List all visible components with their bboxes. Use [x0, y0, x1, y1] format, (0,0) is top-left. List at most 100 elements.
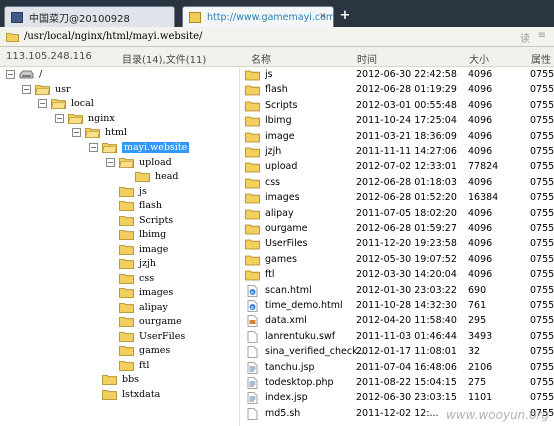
- file-row[interactable]: image 2011-03-21 18:36:09 4096 0755: [241, 129, 554, 145]
- file-row[interactable]: e time_demo.html 2011-10-28 14:32:30 761 075…: [241, 298, 554, 314]
- file-time: 2012-05-30 19:07:52: [356, 253, 457, 265]
- tree-node-label: alipay: [139, 302, 168, 313]
- folder-icon: [119, 361, 134, 371]
- tree-node-label: css: [139, 273, 155, 284]
- server-ip: 113.105.248.116: [6, 51, 92, 62]
- file-row[interactable]: lbimg 2011-10-24 17:25:04 4096 0755: [241, 113, 554, 129]
- file-row[interactable]: e scan.html 2012-01-30 23:03:22 690 0755: [241, 283, 554, 299]
- collapse-toggle-icon[interactable]: −: [89, 143, 98, 152]
- collapse-toggle-icon[interactable]: −: [72, 128, 81, 137]
- file-time: 2011-07-04 16:48:06: [356, 361, 457, 373]
- tab-shell-manager[interactable]: 中国菜刀@20100928: [4, 6, 175, 27]
- file-row[interactable]: js 2012-06-30 22:42:58 4096 0755: [241, 67, 554, 83]
- file-row[interactable]: data.xml 2012-04-20 11:58:40 295 0755: [241, 313, 554, 329]
- file-size: 4096: [468, 269, 493, 281]
- menu-button[interactable]: ≡: [538, 30, 546, 41]
- file-time: 2012-01-17 11:08:01: [356, 346, 457, 358]
- file-time: 2012-04-20 11:58:40: [356, 315, 457, 327]
- tree-node[interactable]: Scripts: [106, 213, 173, 228]
- file-row[interactable]: sina_verified_check... 2012-01-17 11:08:0…: [241, 344, 554, 360]
- file-size: 4096: [468, 84, 493, 96]
- tree-node[interactable]: head: [122, 169, 179, 184]
- tree-node[interactable]: lstxdata: [89, 387, 160, 402]
- folder-icon: [119, 230, 134, 240]
- collapse-toggle-icon[interactable]: −: [6, 70, 15, 79]
- tree-node[interactable]: js: [106, 184, 147, 199]
- file-icon: [247, 407, 258, 420]
- tree-node[interactable]: alipay: [106, 300, 168, 315]
- collapse-toggle-icon[interactable]: −: [106, 158, 115, 167]
- tree-node[interactable]: images: [106, 285, 173, 300]
- new-tab-button[interactable]: +: [338, 9, 352, 23]
- collapse-toggle-icon[interactable]: −: [38, 99, 47, 108]
- tree-node[interactable]: ourgame: [106, 314, 182, 329]
- tree-node[interactable]: flash: [106, 198, 162, 213]
- read-button[interactable]: 读: [520, 30, 530, 45]
- close-icon[interactable]: ✕: [317, 11, 329, 23]
- file-size: 2106: [468, 361, 493, 373]
- file-row[interactable]: ftl 2012-03-30 14:20:04 4096 0755: [241, 267, 554, 283]
- collapse-toggle-icon[interactable]: −: [55, 114, 64, 123]
- tree-node-label: head: [155, 171, 179, 182]
- folder-open-icon: [6, 32, 19, 42]
- tree-node-label: upload: [139, 157, 172, 168]
- file-row[interactable]: games 2012-05-30 19:07:52 4096 0755: [241, 252, 554, 268]
- file-time: 2012-06-28 01:59:27: [356, 223, 457, 234]
- file-row[interactable]: UserFiles 2011-12-20 19:23:58 4096 0755: [241, 236, 554, 252]
- file-row[interactable]: index.jsp 2012-06-30 23:03:15 1101 0755: [241, 390, 554, 406]
- folder-icon: [119, 187, 134, 197]
- tree-node[interactable]: bbs: [89, 372, 139, 387]
- col-perm-header[interactable]: 属性: [531, 51, 551, 66]
- tab-website-files[interactable]: http://www.gamemayi.com/m... ✕: [182, 6, 334, 27]
- tree-node[interactable]: − usr: [22, 82, 71, 97]
- file-row[interactable]: Scripts 2012-03-01 00:55:48 4096 0755: [241, 98, 554, 114]
- file-row[interactable]: tanchu.jsp 2011-07-04 16:48:06 2106 0755: [241, 360, 554, 376]
- tree-node[interactable]: ftl: [106, 358, 149, 373]
- file-row[interactable]: upload 2012-07-02 12:33:01 77824 0755: [241, 159, 554, 175]
- script-file-icon: [247, 361, 258, 374]
- file-size: 690: [468, 284, 487, 296]
- file-size: 275: [468, 377, 487, 388]
- tree-node[interactable]: games: [106, 343, 170, 358]
- collapse-toggle-icon[interactable]: −: [22, 85, 31, 94]
- tree-node[interactable]: lbimg: [106, 227, 166, 242]
- file-row[interactable]: todesktop.php 2011-08-22 15:04:15 275 0755: [241, 375, 554, 391]
- file-row[interactable]: css 2012-06-28 01:18:03 4096 0755: [241, 175, 554, 191]
- file-row[interactable]: lanrentuku.swf 2011-11-03 01:46:44 3493 075…: [241, 329, 554, 345]
- tree-node[interactable]: jzjh: [106, 256, 156, 271]
- tree-node[interactable]: − nginx: [55, 111, 115, 126]
- file-row[interactable]: alipay 2011-07-05 18:02:20 4096 0755: [241, 206, 554, 222]
- tree-node[interactable]: − html: [72, 125, 127, 140]
- file-time: 2012-06-30 22:42:58: [356, 69, 457, 80]
- file-row[interactable]: jzjh 2011-11-11 14:27:06 4096 0755: [241, 144, 554, 160]
- file-row[interactable]: images 2012-06-28 01:52:20 16384 0755: [241, 190, 554, 206]
- folder-icon: [245, 270, 260, 281]
- tree-node[interactable]: − upload: [106, 155, 172, 170]
- column-header: 113.105.248.116 目录(14),文件(11) 名称 时间 大小 属…: [0, 47, 554, 67]
- file-icon: [247, 330, 258, 343]
- col-time-header[interactable]: 时间: [357, 51, 377, 66]
- file-time: 2011-03-21 18:36:09: [356, 130, 457, 142]
- xml-file-icon: [247, 315, 258, 328]
- file-time: 2011-12-02 12:...: [356, 407, 439, 419]
- tree-node-label: local: [71, 98, 94, 109]
- file-row[interactable]: flash 2012-06-28 01:19:29 4096 0755: [241, 82, 554, 98]
- tree-node-label: ourgame: [139, 316, 182, 327]
- path-input[interactable]: /usr/local/nginx/html/mayi.website/: [24, 31, 202, 42]
- col-name-header[interactable]: 名称: [251, 51, 271, 66]
- file-perm: 0755: [530, 130, 554, 142]
- directory-tree: − / − usr − local − nginx − html − mayi.website − upl…: [0, 67, 240, 426]
- tree-node[interactable]: − mayi.website: [89, 140, 190, 155]
- tree-node[interactable]: image: [106, 242, 168, 257]
- tree-node[interactable]: UserFiles: [106, 329, 185, 344]
- file-time: 2012-03-01 00:55:48: [356, 99, 457, 111]
- folder-open-icon: [119, 158, 134, 168]
- tree-node[interactable]: css: [106, 271, 154, 286]
- col-size-header[interactable]: 大小: [469, 51, 489, 66]
- script-file-icon: [247, 392, 258, 405]
- tree-node[interactable]: − local: [38, 96, 94, 111]
- file-row[interactable]: ourgame 2012-06-28 01:59:27 4096 0755: [241, 221, 554, 237]
- file-perm: 0755: [530, 192, 554, 204]
- tree-node[interactable]: − /: [6, 67, 42, 82]
- file-time: 2012-06-30 23:03:15: [356, 392, 457, 404]
